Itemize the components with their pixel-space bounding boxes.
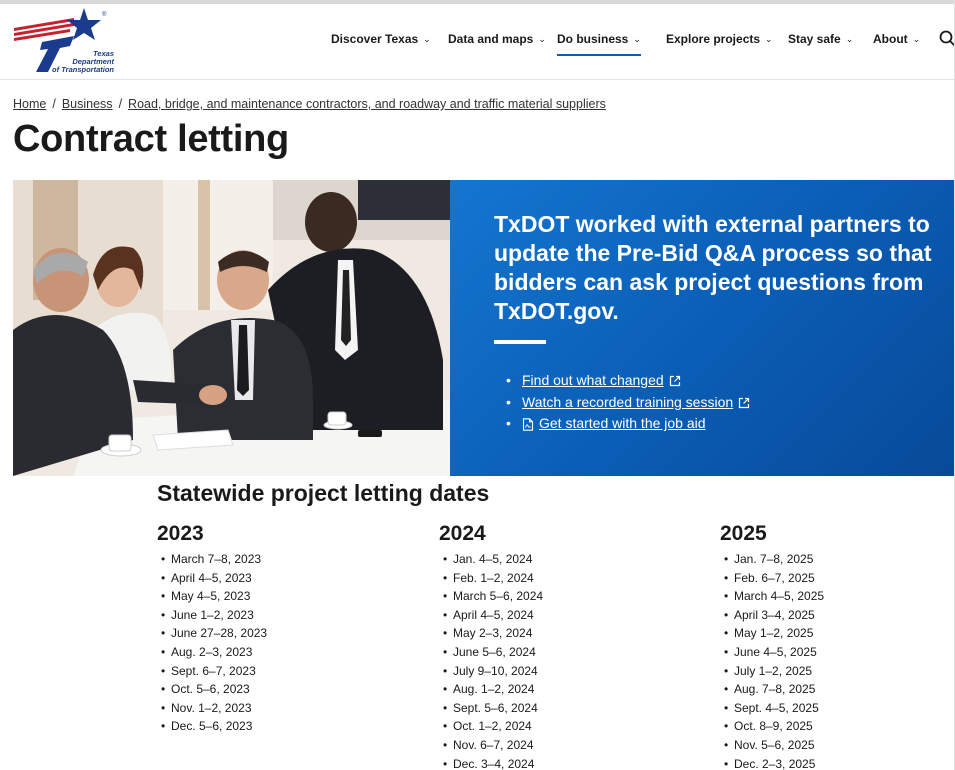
list-item: Feb. 1–2, 2024 bbox=[439, 569, 543, 588]
main-nav: Discover Texas ⌄ Data and maps ⌄ Do busine… bbox=[0, 31, 955, 56]
list-item: Aug. 2–3, 2023 bbox=[157, 643, 267, 662]
external-link-icon bbox=[669, 376, 680, 387]
breadcrumb-separator: / bbox=[118, 97, 123, 111]
list-item: Oct. 8–9, 2025 bbox=[720, 717, 824, 736]
list-item: Sept. 5–6, 2024 bbox=[439, 699, 543, 718]
site-header: ® Texas Department of Transportation Dis… bbox=[0, 4, 955, 80]
list-item: Sept. 4–5, 2025 bbox=[720, 699, 824, 718]
nav-stay-safe[interactable]: Stay safe ⌄ bbox=[788, 31, 853, 48]
list-item: May 2–3, 2024 bbox=[439, 624, 543, 643]
search-icon[interactable] bbox=[938, 29, 955, 49]
link-job-aid[interactable]: Get started with the job aid bbox=[539, 415, 706, 431]
logo-line-3: of Transportation bbox=[52, 65, 114, 74]
nav-label: About bbox=[873, 32, 908, 46]
list-item: June 1–2, 2023 bbox=[157, 606, 267, 625]
nav-discover-texas[interactable]: Discover Texas ⌄ bbox=[331, 31, 431, 48]
list-item: June 27–28, 2023 bbox=[157, 624, 267, 643]
year-column-2024: 2024 Jan. 4–5, 2024 Feb. 1–2, 2024 March… bbox=[439, 521, 543, 770]
list-item: Get started with the job aid bbox=[506, 413, 750, 435]
list-item: Dec. 2–3, 2025 bbox=[720, 755, 824, 770]
letting-dates-title: Statewide project letting dates bbox=[157, 480, 490, 506]
link-watch-training-session[interactable]: Watch a recorded training session bbox=[522, 394, 733, 410]
list-item: Nov. 6–7, 2024 bbox=[439, 736, 543, 755]
list-item: Watch a recorded training session bbox=[506, 392, 750, 414]
year-heading: 2025 bbox=[720, 522, 767, 545]
svg-text:®: ® bbox=[102, 11, 107, 18]
year-heading: 2024 bbox=[439, 522, 486, 545]
list-item: Dec. 3–4, 2024 bbox=[439, 755, 543, 770]
chevron-down-icon: ⌄ bbox=[423, 34, 431, 44]
list-item: Dec. 5–6, 2023 bbox=[157, 717, 267, 736]
chevron-down-icon: ⌄ bbox=[765, 34, 773, 44]
list-item: May 4–5, 2023 bbox=[157, 587, 267, 606]
breadcrumb-contractors[interactable]: Road, bridge, and maintenance contractor… bbox=[128, 97, 606, 111]
chevron-down-icon: ⌄ bbox=[912, 34, 921, 44]
list-item: Feb. 6–7, 2025 bbox=[720, 569, 824, 588]
hero-heading: TxDOT worked with external partners to u… bbox=[494, 211, 932, 324]
page-title: Contract letting bbox=[13, 118, 289, 160]
year-column-2025: 2025 Jan. 7–8, 2025 Feb. 6–7, 2025 March… bbox=[720, 521, 824, 770]
nav-data-and-maps[interactable]: Data and maps ⌄ bbox=[448, 31, 546, 48]
external-link-icon bbox=[739, 397, 750, 408]
list-item: May 1–2, 2025 bbox=[720, 624, 824, 643]
hero-announcement-panel: TxDOT worked with external partners to u… bbox=[450, 180, 955, 476]
list-item: April 4–5, 2024 bbox=[439, 606, 543, 625]
list-item: June 5–6, 2024 bbox=[439, 643, 543, 662]
breadcrumb-home[interactable]: Home bbox=[13, 97, 46, 111]
list-item: Nov. 1–2, 2023 bbox=[157, 699, 267, 718]
breadcrumb: Home / Business / Road, bridge, and maintena… bbox=[13, 97, 606, 111]
hero-photo-business-meeting bbox=[13, 180, 450, 476]
list-item: Jan. 7–8, 2025 bbox=[720, 550, 824, 569]
hero-divider bbox=[494, 340, 546, 344]
hero-link-list: Find out what changed Watch a recorded t… bbox=[506, 370, 750, 435]
nav-label: Stay safe bbox=[788, 32, 841, 46]
date-list: Jan. 7–8, 2025 Feb. 6–7, 2025 March 4–5,… bbox=[720, 550, 824, 770]
link-find-out-what-changed[interactable]: Find out what changed bbox=[522, 372, 664, 388]
list-item: Aug. 1–2, 2024 bbox=[439, 680, 543, 699]
list-item: March 5–6, 2024 bbox=[439, 587, 543, 606]
nav-label: Data and maps bbox=[448, 32, 534, 46]
nav-label: Discover Texas bbox=[331, 32, 419, 46]
list-item: March 7–8, 2023 bbox=[157, 550, 267, 569]
breadcrumb-business[interactable]: Business bbox=[62, 97, 113, 111]
list-item: April 4–5, 2023 bbox=[157, 569, 267, 588]
list-item: Find out what changed bbox=[506, 370, 750, 392]
list-item: Oct. 1–2, 2024 bbox=[439, 717, 543, 736]
nav-explore-projects[interactable]: Explore projects ⌄ bbox=[666, 31, 773, 48]
list-item: July 1–2, 2025 bbox=[720, 662, 824, 681]
breadcrumb-separator: / bbox=[52, 97, 56, 111]
list-item: Aug. 7–8, 2025 bbox=[720, 680, 824, 699]
list-item: Sept. 6–7, 2023 bbox=[157, 662, 267, 681]
list-item: July 9–10, 2024 bbox=[439, 662, 543, 681]
list-item: Jan. 4–5, 2024 bbox=[439, 550, 543, 569]
nav-label: Do business bbox=[557, 32, 629, 46]
list-item: Oct. 5–6, 2023 bbox=[157, 680, 267, 699]
year-column-2023: 2023 March 7–8, 2023 April 4–5, 2023 May… bbox=[157, 521, 267, 736]
list-item: April 3–4, 2025 bbox=[720, 606, 824, 625]
date-list: March 7–8, 2023 April 4–5, 2023 May 4–5,… bbox=[157, 550, 267, 736]
pdf-document-icon bbox=[522, 418, 534, 431]
list-item: Nov. 5–6, 2025 bbox=[720, 736, 824, 755]
chevron-down-icon: ⌄ bbox=[633, 34, 641, 44]
nav-about[interactable]: About ⌄ bbox=[873, 31, 920, 48]
list-item: June 4–5, 2025 bbox=[720, 643, 824, 662]
nav-label: Explore projects bbox=[666, 32, 761, 46]
list-item: March 4–5, 2025 bbox=[720, 587, 824, 606]
year-heading: 2023 bbox=[157, 522, 204, 545]
date-list: Jan. 4–5, 2024 Feb. 1–2, 2024 March 5–6,… bbox=[439, 550, 543, 770]
nav-do-business[interactable]: Do business ⌄ bbox=[557, 31, 641, 56]
chevron-down-icon: ⌄ bbox=[845, 34, 854, 44]
chevron-down-icon: ⌄ bbox=[538, 34, 546, 44]
